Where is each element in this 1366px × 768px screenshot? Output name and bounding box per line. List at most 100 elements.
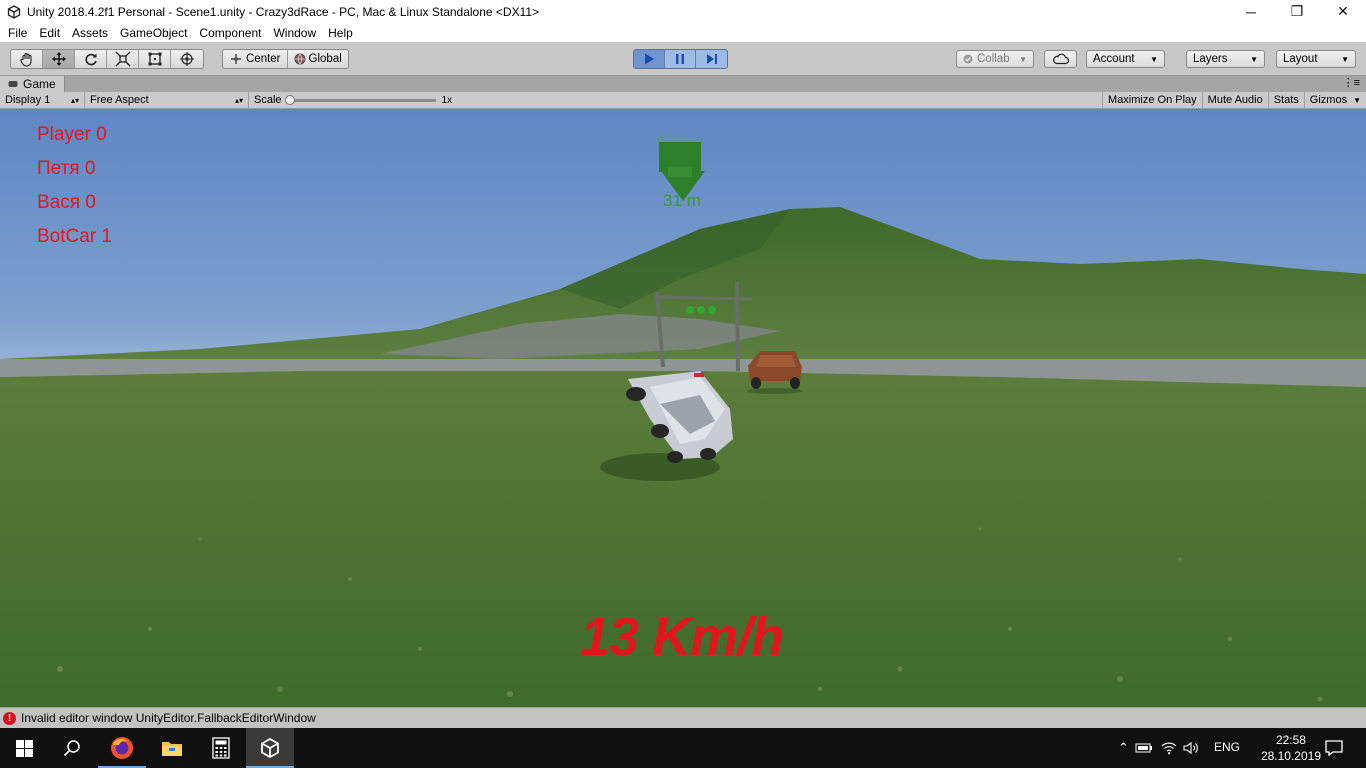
transform-tools (10, 49, 204, 69)
maximize-on-play-toggle[interactable]: Maximize On Play (1102, 91, 1203, 109)
tab-menu-icon[interactable]: ⋮≡ (1343, 76, 1360, 89)
console-status-bar[interactable]: ! Invalid editor window UnityEditor.Fall… (0, 707, 1366, 728)
status-message: Invalid editor window UnityEditor.Fallba… (21, 711, 316, 725)
checkpoint-distance: 31 m (663, 191, 701, 210)
hand-tool-button[interactable] (11, 50, 43, 68)
pivot-center-icon (231, 54, 241, 64)
aspect-label: Free Aspect (90, 94, 149, 106)
windows-start-icon (15, 739, 33, 757)
volume-icon[interactable] (1183, 741, 1199, 755)
pivot-controls: Center Global (222, 49, 349, 69)
taskbar-firefox[interactable] (98, 728, 146, 768)
calculator-icon (212, 737, 230, 759)
layout-dropdown[interactable]: Layout ▼ (1276, 50, 1356, 68)
game-view-toolbar: Display 1 ▴▾ Free Aspect ▴▾ Scale 1x Max… (0, 91, 1366, 109)
scale-tool-button[interactable] (107, 50, 139, 68)
taskbar-file-explorer[interactable] (148, 728, 196, 768)
pivot-global-label: Global (308, 53, 342, 65)
step-button[interactable] (696, 50, 727, 68)
system-tray: ⌃ (1118, 728, 1199, 768)
pivot-center-button[interactable]: Center (223, 50, 288, 68)
windows-taskbar: ⌃ ENG 22:58 28.10.2019 (0, 728, 1366, 768)
stats-toggle[interactable]: Stats (1269, 91, 1305, 109)
move-arrows-icon (51, 52, 66, 66)
scale-slider[interactable] (284, 94, 436, 105)
window-title: Unity 2018.4.2f1 Personal - Scene1.unity… (27, 4, 540, 19)
rotate-icon (84, 53, 97, 66)
error-icon: ! (3, 711, 16, 725)
pivot-global-button[interactable]: Global (287, 50, 348, 68)
chevron-down-icon: ▼ (1150, 54, 1158, 64)
chevron-down-icon: ▼ (1250, 54, 1258, 64)
gizmos-dropdown[interactable]: Gizmos ▼ (1305, 92, 1366, 109)
scale-slider-handle[interactable] (284, 94, 295, 105)
cloud-icon (1052, 53, 1069, 65)
tab-header: Game ⋮≡ (0, 76, 1366, 92)
score-petya: Петя 0 (37, 158, 96, 179)
account-label: Account (1093, 53, 1135, 65)
aspect-dropdown[interactable]: Free Aspect ▴▾ (85, 91, 249, 109)
main-toolbar: Center Global Collab ▼ Account ▼ Layers … (0, 42, 1366, 76)
cloud-button[interactable] (1044, 50, 1077, 68)
transform-tool-button[interactable] (171, 50, 203, 68)
battery-icon[interactable] (1135, 742, 1153, 754)
firefox-icon (111, 737, 133, 759)
rect-tool-icon (148, 52, 161, 66)
pause-button[interactable] (665, 50, 696, 68)
restore-button[interactable]: ❐ (1274, 0, 1320, 23)
menu-edit[interactable]: Edit (33, 26, 66, 40)
search-button[interactable] (48, 728, 96, 768)
layers-label: Layers (1193, 53, 1228, 65)
account-dropdown[interactable]: Account ▼ (1086, 50, 1165, 68)
mute-audio-toggle[interactable]: Mute Audio (1203, 91, 1269, 109)
layout-label: Layout (1283, 53, 1318, 65)
scale-control: Scale 1x (249, 92, 457, 109)
input-language[interactable]: ENG (1214, 740, 1240, 754)
collab-dropdown[interactable]: Collab ▼ (956, 50, 1034, 68)
menu-assets[interactable]: Assets (66, 26, 114, 40)
menu-gameobject[interactable]: GameObject (114, 26, 193, 40)
rect-tool-button[interactable] (139, 50, 171, 68)
chevron-up-icon[interactable]: ⌃ (1118, 740, 1129, 756)
game-viewport[interactable]: Player 0 Петя 0 Вася 0 BotCar 1 31 m 13 … (0, 109, 1366, 707)
play-icon (645, 53, 654, 65)
file-explorer-icon (162, 742, 182, 756)
collab-label: Collab (977, 53, 1010, 65)
wifi-icon[interactable] (1161, 741, 1177, 755)
rotate-tool-button[interactable] (75, 50, 107, 68)
menu-component[interactable]: Component (193, 26, 267, 40)
menu-window[interactable]: Window (267, 26, 322, 40)
taskbar-calculator[interactable] (197, 728, 245, 768)
menu-help[interactable]: Help (322, 26, 359, 40)
move-tool-button[interactable] (43, 50, 75, 68)
score-botcar: BotCar 1 (37, 226, 112, 247)
display-dropdown[interactable]: Display 1 ▴▾ (0, 91, 85, 109)
play-button[interactable] (634, 50, 665, 68)
start-button[interactable] (0, 728, 48, 768)
scale-icon (115, 51, 130, 67)
gizmos-label: Gizmos (1309, 94, 1348, 106)
chevron-down-icon: ▴▾ (234, 95, 243, 105)
layers-dropdown[interactable]: Layers ▼ (1186, 50, 1265, 68)
playback-controls (633, 49, 728, 69)
action-center-button[interactable] (1310, 728, 1358, 768)
speedometer: 13 Km/h (580, 607, 784, 667)
minimize-button[interactable]: ─ (1228, 0, 1274, 23)
scale-label: Scale (254, 94, 282, 106)
menu-file[interactable]: File (2, 26, 33, 40)
chevron-down-icon: ▼ (1019, 54, 1027, 64)
window-titlebar: Unity 2018.4.2f1 Personal - Scene1.unity… (0, 0, 1366, 23)
close-button[interactable]: ✕ (1320, 0, 1366, 23)
menu-bar: File Edit Assets GameObject Component Wi… (0, 23, 1366, 42)
tab-game[interactable]: Game (0, 76, 65, 92)
globe-icon (294, 53, 306, 65)
game-controller-icon (8, 81, 18, 87)
display-label: Display 1 (5, 94, 51, 106)
unity-icon (261, 737, 279, 759)
tab-game-label: Game (23, 77, 56, 91)
unity-app-icon (7, 4, 21, 19)
hand-icon (19, 52, 32, 67)
step-icon (706, 54, 717, 64)
taskbar-unity[interactable] (246, 728, 294, 768)
notification-icon (1325, 740, 1343, 756)
